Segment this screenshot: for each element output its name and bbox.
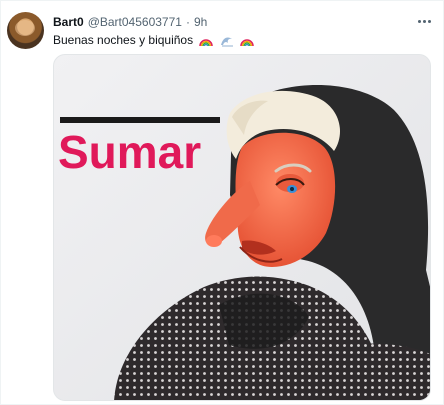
logo-bar [60, 117, 220, 123]
tweet-card[interactable]: Bart0 @Bart045603771 · 9h Buenas noches … [0, 0, 444, 405]
spotted-sleeve [309, 343, 430, 400]
more-options-icon[interactable] [415, 14, 433, 28]
tweet-body: Buenas noches y biquiños [53, 33, 194, 47]
media-illustration: Sumar [54, 55, 430, 400]
user-handle[interactable]: @Bart045603771 [88, 15, 182, 29]
rainbow-icon [199, 39, 214, 47]
avatar[interactable] [7, 12, 44, 49]
display-name[interactable]: Bart0 [53, 15, 84, 29]
tweet-text: Buenas noches y biquiños [53, 31, 254, 49]
rainbow-icon [240, 39, 254, 47]
separator-dot: · [185, 15, 190, 29]
tweet-header: Bart0 @Bart045603771 · 9h [53, 13, 207, 31]
wave-icon [220, 37, 233, 47]
sumar-logo-text: Sumar [58, 126, 201, 178]
timestamp[interactable]: 9h [194, 15, 207, 29]
tweet-image[interactable]: Sumar [53, 54, 431, 401]
